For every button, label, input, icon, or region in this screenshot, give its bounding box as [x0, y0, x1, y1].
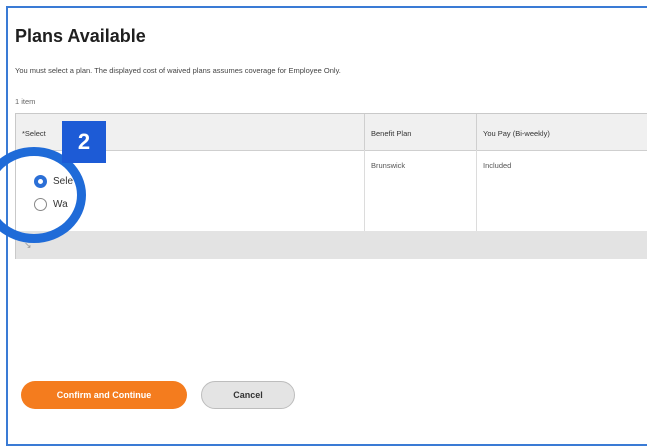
confirm-and-continue-button[interactable]: Confirm and Continue [21, 381, 187, 409]
column-header-benefit-plan[interactable]: Benefit Plan [364, 114, 477, 151]
benefit-plan-cell: Brunswick [364, 150, 477, 231]
column-header-you-pay[interactable]: You Pay (Bi-weekly) [476, 114, 647, 151]
you-pay-cell: Included [476, 150, 647, 231]
page-title: Plans Available [15, 26, 146, 46]
plans-table: *Select Benefit Plan You Pay (Bi-weekly)… [15, 113, 647, 259]
cancel-button[interactable]: Cancel [201, 381, 295, 409]
step-badge: 2 [62, 121, 106, 163]
instruction-text: You must select a plan. The displayed co… [15, 66, 341, 75]
table-footer-bar: ↘ [16, 231, 647, 259]
item-count: 1 item [15, 97, 36, 106]
